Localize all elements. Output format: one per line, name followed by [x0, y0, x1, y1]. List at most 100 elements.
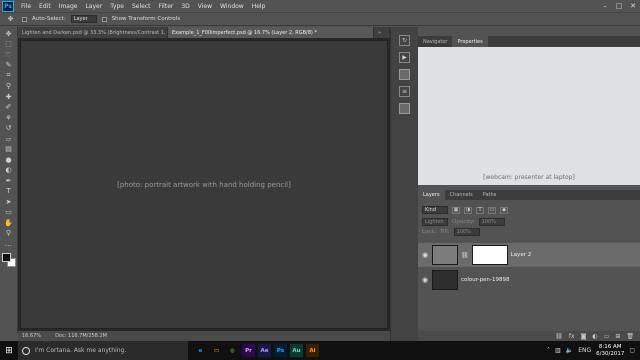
move-icon[interactable]: ✥	[2, 29, 15, 39]
properties-panel-icon[interactable]: ≡	[399, 86, 410, 97]
volume-icon[interactable]: 🔈	[566, 347, 573, 354]
premiere-icon[interactable]: Pr	[242, 344, 255, 357]
menu-filter[interactable]: Filter	[155, 3, 178, 10]
blend-mode-dropdown[interactable]: Lighten	[422, 218, 448, 226]
more-tools-icon[interactable]: …	[2, 239, 15, 249]
layer-mask-thumbnail[interactable]	[471, 245, 508, 265]
color-swatches[interactable]	[1, 252, 16, 267]
menu-window[interactable]: Window	[216, 3, 248, 10]
folder-icon[interactable]: ▭	[604, 333, 610, 340]
cortana-search[interactable]: I'm Cortana. Ask me anything.	[18, 341, 188, 360]
after-effects-icon[interactable]: Ae	[258, 344, 271, 357]
adjustment-icon[interactable]: ◐	[592, 333, 597, 340]
libraries-panel-icon[interactable]	[399, 69, 410, 80]
language-indicator[interactable]: ENG	[578, 347, 591, 354]
crop-icon[interactable]: ⌗	[2, 71, 15, 81]
eyedropper-icon[interactable]: ⚲	[2, 82, 15, 92]
pixel-filter-icon[interactable]: ▣	[452, 206, 460, 214]
gradient-icon[interactable]: ▤	[2, 145, 15, 155]
clock[interactable]: 8:16 AM 6/30/2017	[596, 344, 624, 358]
brush-icon[interactable]: ✐	[2, 103, 15, 113]
zoom-level[interactable]: 16.67%	[22, 333, 41, 339]
tab-lighten-and-darken[interactable]: Lighten and Darken.psd @ 33.3% (Brightne…	[18, 27, 168, 38]
tab-paths[interactable]: Paths	[478, 190, 502, 200]
menu-file[interactable]: File	[17, 3, 35, 10]
mask-icon[interactable]: ◙	[581, 333, 587, 340]
menu-edit[interactable]: Edit	[35, 3, 55, 10]
foreground-color-swatch[interactable]	[1, 252, 11, 262]
visibility-eye-icon[interactable]: ◉	[421, 276, 429, 284]
auto-select-checkbox[interactable]	[22, 16, 27, 22]
illustrator-icon[interactable]: Ai	[306, 344, 319, 357]
dodge-icon[interactable]: ◐	[2, 166, 15, 176]
status-bar: 16.67% Doc: 116.7M/258.2M	[18, 331, 390, 341]
opacity-field[interactable]: 100%	[478, 218, 505, 226]
layer-thumbnail[interactable]	[432, 245, 458, 265]
visibility-eye-icon[interactable]: ◉	[421, 251, 429, 259]
photoshop-icon[interactable]: Ps	[274, 344, 287, 357]
fill-field[interactable]: 100%	[453, 228, 480, 236]
canvas-image[interactable]: [photo: portrait artwork with hand holdi…	[20, 40, 388, 329]
menu-help[interactable]: Help	[248, 3, 270, 10]
layer-name[interactable]: colour-pen-19898	[461, 277, 510, 283]
auto-select-dropdown[interactable]: Layer	[70, 15, 97, 23]
tab-example-imperfect[interactable]: Example_1_F00imperfect.psd @ 16.7% (Laye…	[168, 27, 374, 38]
clone-stamp-icon[interactable]: ⚘	[2, 113, 15, 123]
windows-start-icon[interactable]: ⊞	[0, 341, 18, 360]
menu-view[interactable]: View	[194, 3, 216, 10]
layer-thumbnail[interactable]	[432, 270, 458, 290]
history-brush-icon[interactable]: ↺	[2, 124, 15, 134]
history-panel-icon[interactable]: ↻	[399, 35, 410, 46]
maximize-button[interactable]: □	[612, 2, 626, 10]
pen-icon[interactable]: ✒	[2, 176, 15, 186]
zoom-icon[interactable]: ⚲	[2, 229, 15, 239]
layer-row-layer-2[interactable]: ◉ ⛓ Layer 2	[418, 243, 640, 267]
type-filter-icon[interactable]: T	[476, 206, 484, 214]
tab-navigator[interactable]: Navigator	[418, 36, 452, 47]
tab-channels[interactable]: Channels	[445, 190, 478, 200]
eraser-icon[interactable]: ▱	[2, 134, 15, 144]
lasso-icon[interactable]: ➰	[2, 50, 15, 60]
move-tool-preset-icon[interactable]: ✥	[4, 14, 17, 24]
file-explorer-icon[interactable]: ▭	[210, 344, 223, 357]
menu-select[interactable]: Select	[128, 3, 155, 10]
quick-select-icon[interactable]: ✎	[2, 61, 15, 71]
link-chain-icon[interactable]: ⛓	[461, 252, 469, 259]
audition-icon[interactable]: Au	[290, 344, 303, 357]
tab-properties[interactable]: Properties	[452, 36, 488, 47]
minimize-button[interactable]: –	[598, 2, 612, 10]
menu-image[interactable]: Image	[55, 3, 82, 10]
tab-overflow[interactable]: »	[374, 27, 390, 38]
healing-icon[interactable]: ✚	[2, 92, 15, 102]
marquee-icon[interactable]: ⬚	[2, 40, 15, 50]
new-layer-icon[interactable]: ⊞	[615, 333, 620, 340]
canvas-area[interactable]: [photo: portrait artwork with hand holdi…	[18, 38, 390, 331]
blur-icon[interactable]: ●	[2, 155, 15, 165]
fx-icon[interactable]: fx	[569, 333, 575, 340]
hand-icon[interactable]: ✋	[2, 218, 15, 228]
menu-type[interactable]: Type	[106, 3, 128, 10]
menu-3d[interactable]: 3D	[177, 3, 193, 10]
link-icon[interactable]: ⛓	[555, 333, 563, 340]
layer-name[interactable]: Layer 2	[511, 252, 532, 258]
notifications-icon[interactable]: ▢	[629, 347, 635, 354]
swatches-panel-icon[interactable]	[399, 103, 410, 114]
edge-icon[interactable]: e	[194, 344, 207, 357]
trash-icon[interactable]: 🗑	[626, 333, 634, 340]
kind-filter-dropdown[interactable]: Kind	[422, 206, 448, 214]
show-transform-checkbox[interactable]	[101, 16, 107, 22]
type-icon[interactable]: T	[2, 187, 15, 197]
smart-object-filter-icon[interactable]: ◆	[500, 206, 508, 214]
layer-row-colour-pen[interactable]: ◉ colour-pen-19898	[418, 268, 640, 292]
rectangle-icon[interactable]: ▭	[2, 208, 15, 218]
menu-layer[interactable]: Layer	[81, 3, 106, 10]
network-icon[interactable]: ▥	[555, 347, 561, 354]
path-select-icon[interactable]: ➤	[2, 197, 15, 207]
actions-panel-icon[interactable]: ▶	[399, 52, 410, 63]
tab-layers[interactable]: Layers	[418, 190, 445, 200]
shape-filter-icon[interactable]: ▭	[488, 206, 496, 214]
chrome-icon[interactable]: ◍	[226, 344, 239, 357]
chevron-up-icon[interactable]: ˄	[547, 347, 550, 354]
close-button[interactable]: ✕	[626, 2, 640, 10]
adjustment-filter-icon[interactable]: ◑	[464, 206, 472, 214]
